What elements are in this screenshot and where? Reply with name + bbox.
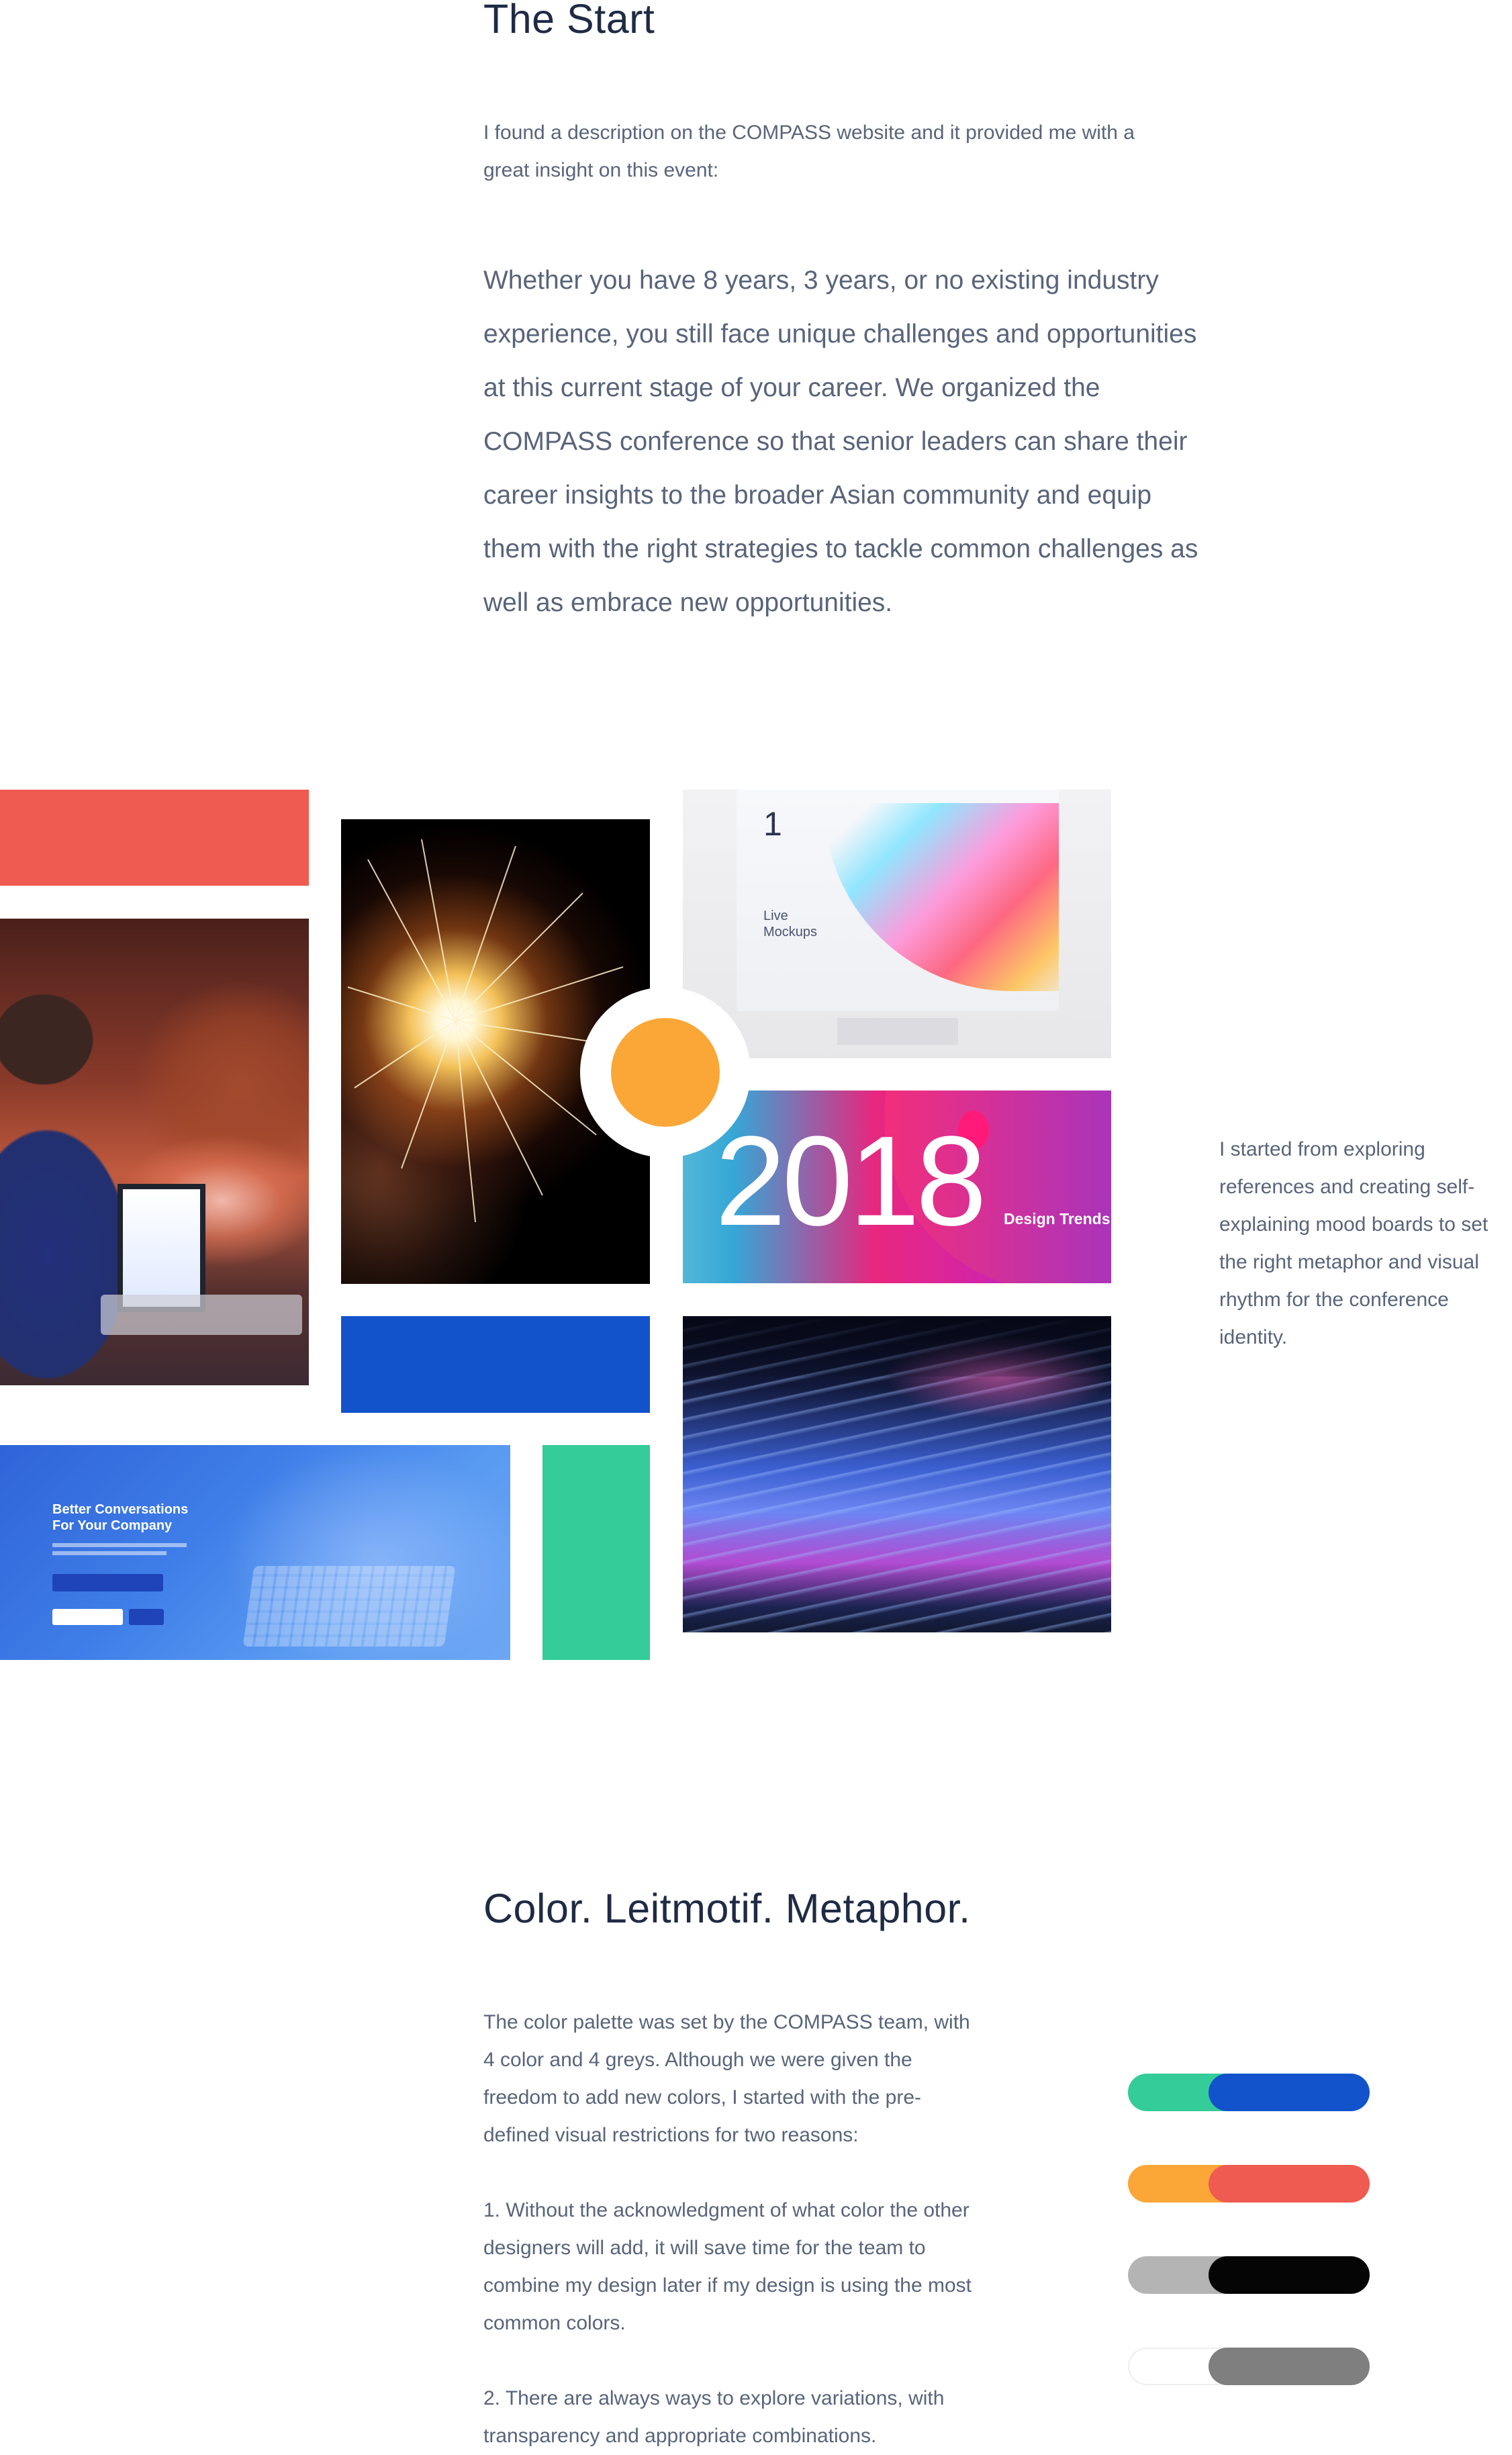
side-note-line: the right metaphor and visual bbox=[1219, 1251, 1479, 1273]
theatre-seats-photo bbox=[683, 1316, 1111, 1632]
quote-line: COMPASS conference so that senior leader… bbox=[483, 427, 1188, 456]
side-note-line: rhythm for the conference bbox=[1219, 1289, 1449, 1311]
paragraph-line: freedom to add new colors, I started wit… bbox=[483, 2086, 921, 2109]
blue-color-block bbox=[341, 1316, 650, 1413]
conference-speaker-photo bbox=[0, 919, 309, 1385]
quote-line: career insights to the broader Asian com… bbox=[483, 481, 1152, 510]
mockup-caption-line: Mockups bbox=[763, 925, 818, 939]
quote-line: Whether you have 8 years, 3 years, or no… bbox=[483, 266, 1159, 295]
mockup-number: 1 bbox=[763, 805, 782, 843]
palette-swatch-grey bbox=[1209, 2348, 1370, 2385]
keyboard-shape bbox=[242, 1566, 456, 1647]
trends-label: Design Trends bbox=[1004, 1210, 1111, 1228]
color-palette bbox=[1128, 2074, 1370, 2385]
paragraph-line: common colors. bbox=[483, 2312, 626, 2334]
paragraph-line: defined visual restrictions for two reas… bbox=[483, 2124, 859, 2146]
landing-text-line bbox=[52, 1551, 167, 1555]
paragraph-line: designers will add, it will save time fo… bbox=[483, 2237, 926, 2259]
orange-dot bbox=[611, 1018, 720, 1127]
quote-line: at this current stage of your career. We… bbox=[483, 373, 1100, 402]
mockup-gradient-wave bbox=[824, 803, 1059, 991]
side-note-line: explaining mood boards to set bbox=[1219, 1213, 1489, 1236]
theatre-ceiling bbox=[683, 1316, 1111, 1377]
monitor-shape bbox=[117, 1184, 205, 1312]
quote-line: them with the right strategies to tackle… bbox=[483, 535, 1198, 563]
paragraph-line: 2. There are always ways to explore vari… bbox=[483, 2387, 945, 2409]
quote-line: well as embrace new opportunities. bbox=[483, 588, 893, 617]
paragraph-line: combine my design later if my design is … bbox=[483, 2274, 972, 2297]
intro-paragraph: I found a description on the COMPASS web… bbox=[483, 114, 1289, 189]
landing-title-line: For Your Company bbox=[52, 1518, 173, 1533]
mockup-caption-line: Live bbox=[763, 909, 788, 923]
paragraph-line: 1. Without the acknowledgment of what co… bbox=[483, 2199, 970, 2221]
landing-email-input[interactable] bbox=[52, 1609, 123, 1625]
color-paragraph-1: The color palette was set by the COMPASS… bbox=[483, 2004, 1088, 2154]
intro-line: I found a description on the COMPASS web… bbox=[483, 122, 1135, 144]
palette-swatch-black bbox=[1209, 2256, 1370, 2294]
landing-signup-google-button[interactable] bbox=[52, 1574, 163, 1591]
red-color-block bbox=[0, 790, 309, 886]
side-note-line: identity. bbox=[1219, 1326, 1288, 1348]
palette-swatch-red bbox=[1209, 2165, 1370, 2203]
podium-shape bbox=[101, 1295, 302, 1335]
palette-swatch-blue bbox=[1209, 2074, 1370, 2111]
quote-line: experience, you still face unique challe… bbox=[483, 320, 1197, 349]
landing-title-line: Better Conversations bbox=[52, 1502, 189, 1517]
intro-line: great insight on this event: bbox=[483, 159, 719, 181]
landing-title: Better Conversations For Your Company bbox=[52, 1501, 188, 1534]
paragraph-line: The color palette was set by the COMPASS… bbox=[483, 2011, 970, 2033]
green-color-block bbox=[542, 1445, 650, 1660]
design-trends-2018-image: 2018 Design Trends bbox=[683, 1091, 1111, 1283]
section-title-the-start: The Start bbox=[483, 0, 655, 42]
section-title-color: Color. Leitmotif. Metaphor. bbox=[483, 1886, 971, 1931]
side-note-line: I started from exploring bbox=[1219, 1138, 1425, 1160]
monitor-stand bbox=[837, 1018, 958, 1045]
mockup-caption: Live Mockups bbox=[763, 908, 817, 940]
mockup-screen: 1 Live Mockups bbox=[737, 790, 1059, 1011]
landing-signup-button[interactable] bbox=[129, 1609, 164, 1625]
live-mockups-image: 1 Live Mockups bbox=[683, 790, 1111, 1058]
quote-block: Whether you have 8 years, 3 years, or no… bbox=[483, 254, 1289, 630]
side-note-line: references and creating self- bbox=[1219, 1176, 1475, 1198]
landing-page-image: Better Conversations For Your Company bbox=[0, 1445, 510, 1660]
trends-year: 2018 bbox=[715, 1110, 987, 1252]
moodboard-side-note: I started from exploring references and … bbox=[1219, 1131, 1512, 1356]
landing-text-line bbox=[52, 1543, 187, 1547]
paragraph-line: 4 color and 4 greys. Although we were gi… bbox=[483, 2049, 912, 2071]
color-paragraph-3: 2. There are always ways to explore vari… bbox=[483, 2380, 1088, 2455]
color-paragraph-2: 1. Without the acknowledgment of what co… bbox=[483, 2192, 1088, 2342]
